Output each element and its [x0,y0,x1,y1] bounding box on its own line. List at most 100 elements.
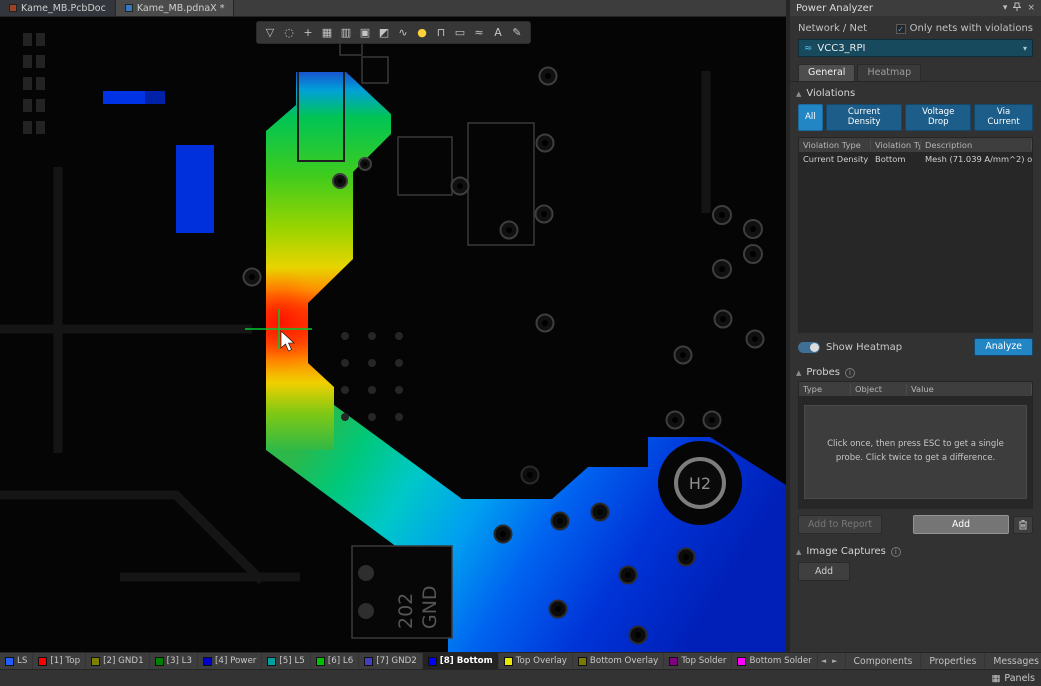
analyze-button[interactable]: Analyze [974,338,1033,356]
bulb-icon[interactable]: ● [413,22,431,43]
layer-tab-label: Bottom Overlay [590,656,658,666]
layer-tab-label: Top Overlay [516,656,567,666]
layer-tab-label: [4] Power [215,656,256,666]
waveform-icon[interactable]: ∿ [394,22,412,43]
layer-tab-label: LS [17,656,27,666]
pin-icon[interactable] [1013,2,1021,15]
histogram-icon[interactable]: ▥ [337,22,355,43]
layer-tab-label: [8] Bottom [440,656,493,666]
panels-button-label: Panels [1004,673,1035,684]
status-bar: ▦ Panels [0,669,1041,686]
column-header[interactable]: Description [921,140,1032,150]
signal-step-icon[interactable]: ⊓ [432,22,450,43]
layer-color-swatch [155,657,164,666]
layer-tab[interactable]: [8] Bottom [423,653,499,669]
tab-properties[interactable]: Properties [920,653,984,669]
filter-via-current-button[interactable]: Via Current [974,104,1033,131]
filter-all-button[interactable]: All [798,104,823,131]
add-probe-button[interactable]: Add [913,515,1009,534]
violations-section-header[interactable]: ▲ Violations [790,82,1041,102]
draw-line-icon[interactable]: ✎ [508,22,526,43]
panel-menu-icon[interactable]: ▾ [1003,3,1008,13]
document-tab-bar: Kame_MB.PcbDoc Kame_MB.pdnaX * [0,0,786,17]
collapse-arrow-icon: ▲ [796,548,801,556]
layer-tab[interactable]: LS [0,653,33,669]
only-violations-checkbox[interactable]: ✓ Only nets with violations [896,23,1033,34]
layer-scroll-right-icon[interactable]: ► [829,657,840,665]
layer-tab[interactable]: Bottom Overlay [573,653,664,669]
component-ref-label: 202 [395,593,417,629]
probes-table: Type Object Value Click once, then press… [798,381,1033,509]
panels-button[interactable]: ▦ Panels [991,673,1035,684]
layer-color-swatch [267,657,276,666]
layer-tab[interactable]: [4] Power [198,653,262,669]
selection-area-icon[interactable]: ▦ [318,22,336,43]
chevron-down-icon: ▾ [1023,44,1027,53]
show-heatmap-label: Show Heatmap [826,342,902,353]
layer-color-swatch [504,657,513,666]
layer-color-swatch [428,657,437,666]
column-header[interactable]: Violation Type [871,140,921,150]
delete-probe-button[interactable] [1013,516,1033,534]
layer-tab-label: [2] GND1 [103,656,144,666]
checkbox-check-icon: ✓ [896,24,906,34]
add-capture-button[interactable]: Add [798,562,850,581]
tab-messages[interactable]: Messages [984,653,1041,669]
pcb-canvas[interactable]: H2 202 GND [0,17,786,652]
gradient-scale-icon[interactable]: ◩ [375,22,393,43]
text-label-icon[interactable]: A [489,22,507,43]
layers-icon[interactable]: ▣ [356,22,374,43]
violations-table-header: Violation Type Violation Type Descriptio… [799,138,1032,152]
probes-table-header: Type Object Value [799,382,1032,396]
show-heatmap-toggle[interactable] [798,342,820,353]
column-header[interactable]: Type [799,384,851,394]
doc-tab-label: Kame_MB.PcbDoc [21,3,106,14]
plot-icon[interactable]: ≈ [470,22,488,43]
image-captures-section-header[interactable]: ▲ Image Captures i [790,540,1041,560]
doc-tab-pcbdoc[interactable]: Kame_MB.PcbDoc [0,0,116,16]
layer-tab[interactable]: Top Solder [664,653,732,669]
doc-tab-pdnax[interactable]: Kame_MB.pdnaX * [116,0,235,16]
tab-components[interactable]: Components [845,653,921,669]
net-select[interactable]: ≈ VCC3_RPI ▾ [798,39,1033,57]
filter-current-density-button[interactable]: Current Density [826,104,903,131]
pcb-editor-canvas[interactable]: H2 202 GND ▽ ◌ [0,17,786,652]
tab-general[interactable]: General [798,64,855,81]
component-net-label: GND [419,585,441,629]
trash-icon [1017,519,1029,531]
lasso-select-icon[interactable]: ◌ [280,22,298,43]
layer-tab[interactable]: [1] Top [33,653,86,669]
violation-row[interactable]: Current Density Bottom Mesh (71.039 A/mm… [799,152,1032,166]
column-header[interactable]: Violation Type [799,140,871,150]
violations-table-body: Current Density Bottom Mesh (71.039 A/mm… [799,152,1032,332]
filter-icon[interactable]: ▽ [261,22,279,43]
layer-tab[interactable]: [3] L3 [150,653,198,669]
close-icon[interactable]: × [1027,3,1035,13]
panel-tab-bar: General Heatmap [790,61,1041,82]
panel-title: Power Analyzer [796,3,873,14]
add-to-report-button[interactable]: Add to Report [798,515,882,534]
layer-tab-label: [5] L5 [279,656,304,666]
column-header[interactable]: Object [851,384,907,394]
probes-table-body: Click once, then press ESC to get a sing… [799,396,1032,508]
layer-tab[interactable]: Top Overlay [499,653,573,669]
probes-section-header[interactable]: ▲ Probes i [790,361,1041,381]
layer-scroll-left-icon[interactable]: ◄ [818,657,829,665]
layer-tab[interactable]: Bottom Solder [732,653,817,669]
layer-color-swatch [203,657,212,666]
filter-voltage-drop-button[interactable]: Voltage Drop [905,104,971,131]
probes-hint: Click once, then press ESC to get a sing… [804,405,1027,499]
layer-color-swatch [669,657,678,666]
layer-tab[interactable]: [6] L6 [311,653,359,669]
column-header[interactable]: Value [907,384,1032,394]
layer-tab[interactable]: [7] GND2 [359,653,423,669]
violations-table: Violation Type Violation Type Descriptio… [798,137,1033,333]
layer-tab[interactable]: [5] L5 [262,653,310,669]
tab-heatmap[interactable]: Heatmap [857,64,921,81]
region-rect-icon[interactable]: ▭ [451,22,469,43]
layer-tab-label: Bottom Solder [749,656,811,666]
network-net-label: Network / Net [798,23,867,34]
layer-tab[interactable]: [2] GND1 [86,653,150,669]
layer-tab-label: Top Solder [681,656,726,666]
move-icon[interactable]: + [299,22,317,43]
